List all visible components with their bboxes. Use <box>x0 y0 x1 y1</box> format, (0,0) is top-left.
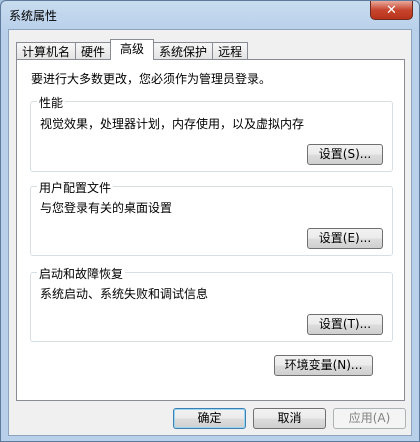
performance-group-title: 性能 <box>37 94 66 111</box>
close-button[interactable]: ✕ <box>370 1 413 20</box>
tab-computer-name[interactable]: 计算机名 <box>16 42 77 60</box>
performance-description: 视觉效果，处理器计划，内存使用，以及虚拟内存 <box>40 117 305 131</box>
close-icon: ✕ <box>386 2 397 18</box>
title-bar[interactable]: 系统属性 ✕ <box>1 1 419 29</box>
apply-button[interactable]: 应用(A) <box>333 408 406 429</box>
system-properties-window: 系统属性 ✕ 计算机名 硬件 高级 系统保护 远程 要进行大多数更改，您必须作为… <box>0 0 420 442</box>
tab-advanced[interactable]: 高级 <box>110 39 155 60</box>
startup-recovery-group-title: 启动和故障恢复 <box>37 265 126 282</box>
tab-hardware[interactable]: 硬件 <box>75 42 112 60</box>
user-profiles-group: 用户配置文件 与您登录有关的桌面设置 设置(E)... <box>30 179 393 256</box>
startup-recovery-settings-button[interactable]: 设置(T)... <box>307 314 383 335</box>
tab-remote[interactable]: 远程 <box>212 42 249 60</box>
user-profiles-description: 与您登录有关的桌面设置 <box>40 201 173 215</box>
user-profiles-group-title: 用户配置文件 <box>37 179 114 196</box>
performance-settings-button[interactable]: 设置(S)... <box>307 144 383 165</box>
admin-notice: 要进行大多数更改，您必须作为管理员登录。 <box>31 72 272 86</box>
performance-group: 性能 视觉效果，处理器计划，内存使用，以及虚拟内存 设置(S)... <box>30 94 393 172</box>
ok-button[interactable]: 确定 <box>173 408 246 429</box>
tab-system-protection[interactable]: 系统保护 <box>153 42 214 60</box>
cancel-button[interactable]: 取消 <box>253 408 326 429</box>
window-title: 系统属性 <box>9 9 58 23</box>
environment-variables-button[interactable]: 环境变量(N)... <box>274 355 373 376</box>
dialog-client-area: 计算机名 硬件 高级 系统保护 远程 要进行大多数更改，您必须作为管理员登录。 … <box>8 29 412 436</box>
tab-strip: 计算机名 硬件 高级 系统保护 远程 <box>16 39 249 60</box>
startup-recovery-group: 启动和故障恢复 系统启动、系统失败和调试信息 设置(T)... <box>30 265 393 342</box>
advanced-tab-panel: 要进行大多数更改，您必须作为管理员登录。 性能 视觉效果，处理器计划，内存使用，… <box>16 59 405 401</box>
startup-recovery-description: 系统启动、系统失败和调试信息 <box>40 287 209 301</box>
user-profiles-settings-button[interactable]: 设置(E)... <box>307 228 383 249</box>
